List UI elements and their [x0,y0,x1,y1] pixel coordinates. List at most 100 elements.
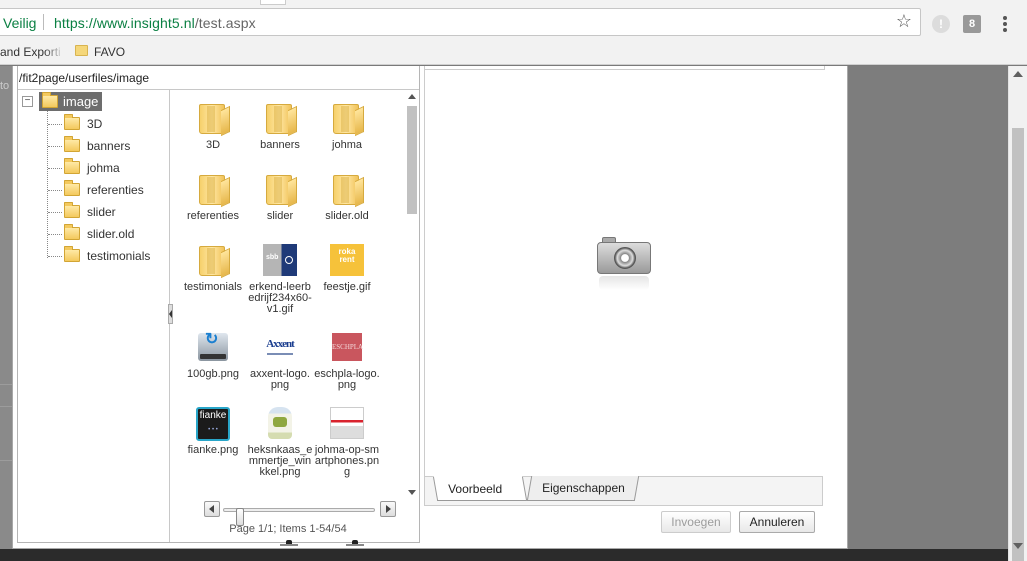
page-background-right [848,66,1008,561]
page-scrollbar[interactable] [1008,66,1027,561]
image-thumbnail [330,407,364,441]
file-tile-slider[interactable]: slider [247,173,313,222]
file-tile-eschpla-logo[interactable]: ESCHPLA eschpla-logo.png [314,331,380,391]
folder-icon [64,180,80,196]
tab-voorbeeld[interactable]: Voorbeeld [432,476,528,501]
thumbnail-text: fianke [196,407,230,441]
tree-item-label: slider [87,205,116,219]
slider-left-arrow-icon[interactable] [204,501,220,517]
slider-track[interactable] [223,508,375,526]
thumbnail-size-slider[interactable] [201,501,397,526]
preview-divider [424,66,425,476]
file-name: referenties [187,210,239,222]
preview-tabs: Voorbeeld Eigenschappen [424,476,823,506]
file-tile-3d[interactable]: 3D [180,102,246,151]
tree-connector [47,108,48,258]
browser-menu-icon[interactable] [998,14,1012,34]
file-grid-scroll-thumb[interactable] [407,106,417,214]
folder-icon [330,102,364,136]
insert-button[interactable]: Invoegen [661,511,731,533]
bookmark-star-icon[interactable]: ☆ [894,11,914,31]
bookmarks-bar: and Exporti FAVO [0,41,1027,65]
tree-collapse-toggle[interactable]: − [22,96,33,107]
image-thumbnail: fianke [196,407,230,441]
folder-icon [196,244,230,278]
file-name: 3D [205,139,221,151]
page-background-left: to [0,66,12,561]
folder-icon [263,173,297,207]
partial-thumbnail [280,540,298,546]
file-name: eschpla-logo.png [314,368,380,391]
address-bar[interactable]: Veilig https://www.insight5.nl/test.aspx… [0,8,921,36]
tree-connector [48,256,62,257]
extension-google-plus-icon[interactable]: 8 [963,15,981,33]
file-name: 100gb.png [187,368,239,380]
file-tile-testimonials[interactable]: testimonials [180,244,246,293]
preview-top-border [424,66,825,70]
omnibox-separator [43,14,44,30]
scroll-up-arrow-icon[interactable] [1013,71,1023,77]
tree-root-label: image [63,94,99,109]
page-divider [0,406,12,407]
bookmark-folder-icon [75,45,88,56]
file-tile-100gb[interactable]: 100gb.png [180,331,246,380]
image-thumbnail [263,407,297,441]
scroll-up-arrow-icon[interactable] [408,94,416,99]
file-tile-banners[interactable]: banners [247,102,313,151]
file-tile-axxent-logo[interactable]: Axxent axxent-logo.png [247,331,313,391]
tree-connector [48,124,62,125]
pagination-status: Page 1/1; Items 1-54/54 [229,523,347,535]
thumbnail-text: ESCHPLA [332,333,363,361]
folder-icon [196,102,230,136]
page-divider [0,460,12,461]
current-path: /fit2page/userfiles/image [18,66,419,90]
folder-icon [330,173,364,207]
file-tile-referenties[interactable]: referenties [180,173,246,222]
file-grid-scrollbar[interactable] [405,90,419,498]
file-tile-johma[interactable]: johma [314,102,380,151]
file-tile-feestje[interactable]: roka rent feestje.gif [314,244,380,293]
folder-icon [196,173,230,207]
folder-icon [64,136,80,152]
file-tile-erkend-leerbedrijf[interactable]: sbb erkend-leerbedrijf234x60-v1.gif [247,244,313,315]
tree-connector [48,234,62,235]
file-name: testimonials [183,281,243,293]
cancel-button[interactable]: Annuleren [739,511,815,533]
bookmark-favo[interactable]: FAVO [94,45,125,59]
slider-right-arrow-icon[interactable] [380,501,396,517]
file-tile-heksnkaas[interactable]: heksnkaas_emmertje_winkkel.png [247,407,313,478]
file-grid: 3D banners johma referenties slider slid… [171,90,405,493]
page-text-fragment: to [0,80,10,92]
scroll-down-arrow-icon[interactable] [408,490,416,495]
folder-icon [64,224,80,240]
folder-tree: − image 3D banners johma referenties sli… [18,90,170,542]
folder-icon [263,102,297,136]
page-scroll-thumb[interactable] [1012,128,1024,561]
scroll-down-arrow-icon[interactable] [1013,543,1023,549]
bookmark-fade [44,43,64,61]
folder-icon [64,114,80,130]
file-tile-fianke[interactable]: fianke fianke.png [180,407,246,456]
tree-item-label: slider.old [87,227,135,241]
secure-indicator[interactable]: Veilig [3,15,36,31]
image-thumbnail: roka rent [330,244,364,278]
tab-eigenschappen[interactable]: Eigenschappen [526,476,640,501]
file-name: banners [260,139,300,151]
folder-icon [64,246,80,262]
tab-label: Eigenschappen [542,481,625,495]
image-thumbnail: Axxent [263,331,297,365]
image-manager-dialog: /fit2page/userfiles/image − image 3D ban… [12,66,848,549]
tree-connector [48,212,62,213]
file-tile-slider-old[interactable]: slider.old [314,173,380,222]
file-name: fianke.png [187,444,239,456]
thumbnail-text: Axxent [263,335,297,361]
extension-alert-icon[interactable] [932,15,950,33]
tree-item-label: referenties [87,183,144,197]
url-path: /test.aspx [194,15,256,31]
file-tile-johma-smartphones[interactable]: johma-op-smartphones.png [314,407,380,478]
url-text[interactable]: https://www.insight5.nl/test.aspx [54,15,256,31]
preview-panel: Voorbeeld Eigenschappen Invoegen Annuler… [424,66,825,542]
tree-root-image[interactable]: image [39,92,103,111]
file-name: slider.old [325,210,369,222]
file-name: erkend-leerbedrijf234x60-v1.gif [248,281,312,315]
